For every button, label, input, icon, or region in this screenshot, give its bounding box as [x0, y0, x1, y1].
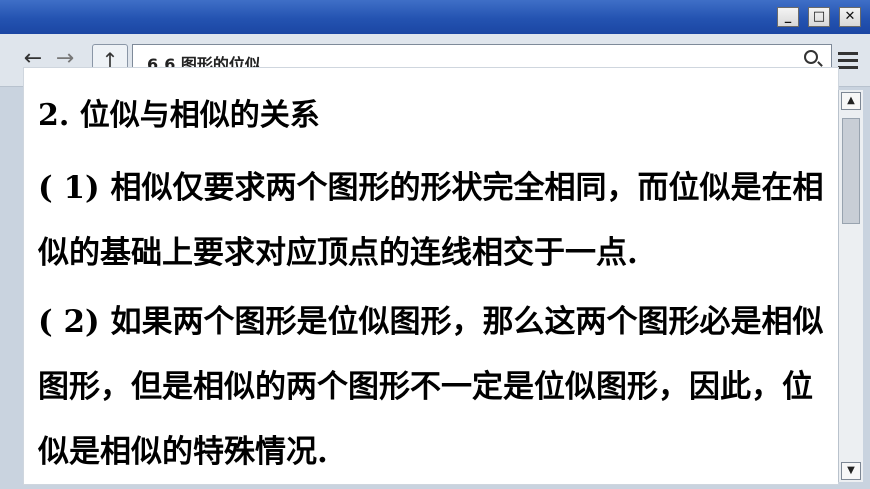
- maximize-button[interactable]: □: [808, 7, 830, 27]
- scroll-down-button[interactable]: ▼: [841, 462, 861, 480]
- minimize-button[interactable]: _: [777, 7, 799, 27]
- scroll-thumb[interactable]: [842, 118, 860, 224]
- section-heading: 2. 位似与相似的关系: [38, 98, 320, 133]
- menu-icon[interactable]: [838, 52, 858, 70]
- paragraph-2: ( 2) 如果两个图形是位似图形，那么这两个图形必是相似图形，但是相似的两个图形…: [38, 304, 824, 470]
- search-icon[interactable]: [804, 50, 818, 64]
- title-bar: _ □ ✕: [0, 0, 870, 34]
- vertical-scrollbar[interactable]: ▲ ▼: [838, 90, 863, 482]
- paragraph-1: ( 1) 相似仅要求两个图形的形状完全相同，而位似是在相似的基础上要求对应顶点的…: [38, 170, 824, 271]
- scroll-up-button[interactable]: ▲: [841, 92, 861, 110]
- document-content: 2. 位似与相似的关系 ( 1) 相似仅要求两个图形的形状完全相同，而位似是在相…: [24, 68, 838, 484]
- close-button[interactable]: ✕: [839, 7, 861, 27]
